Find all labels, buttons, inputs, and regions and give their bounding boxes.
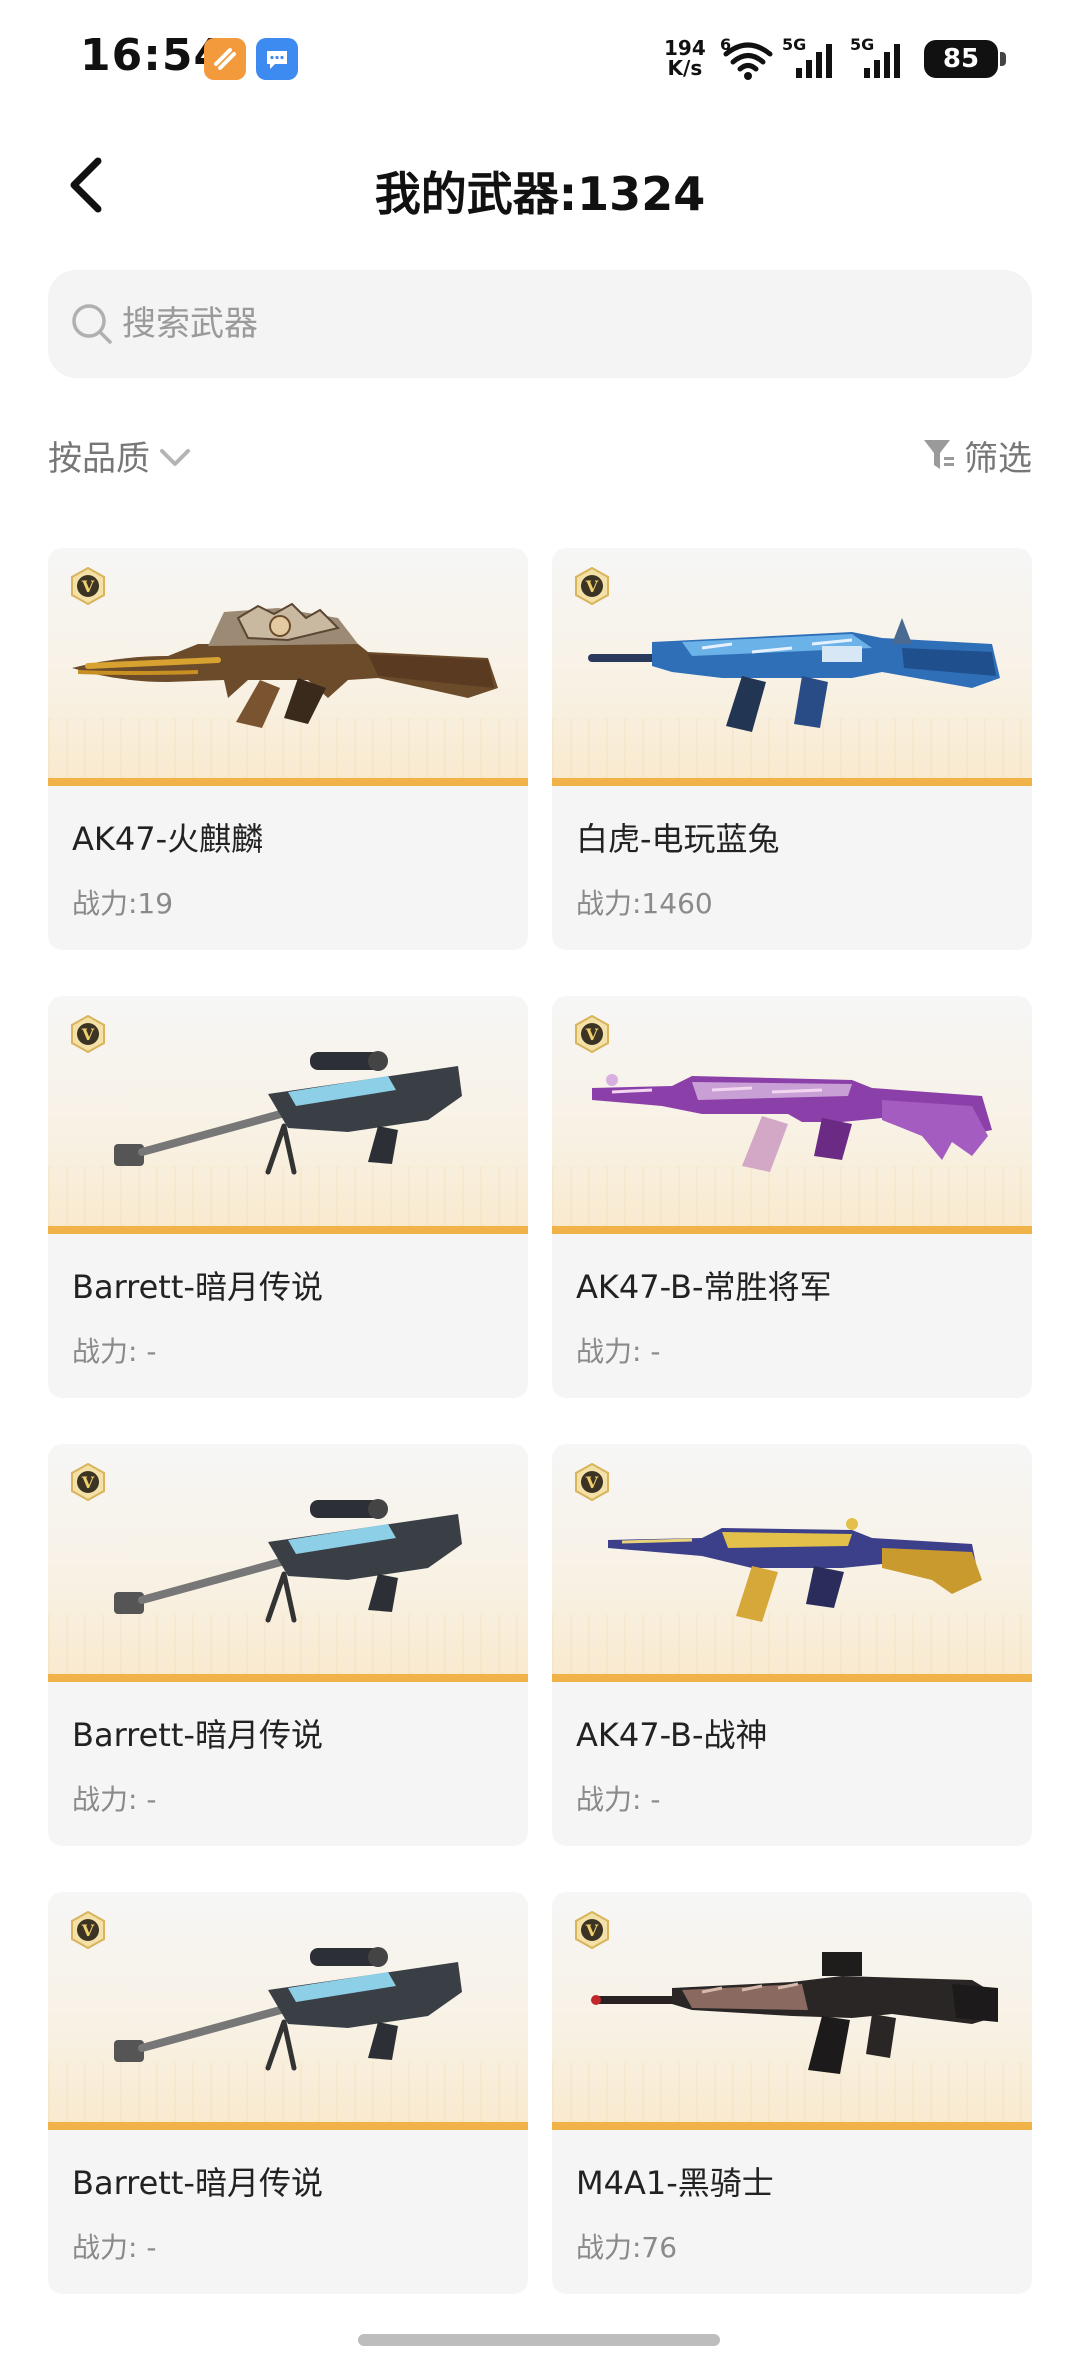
vip-badge-letter: V [81, 1025, 95, 1044]
vip-badge-icon: V [71, 566, 105, 606]
weapon-power: 战力:76 [576, 2231, 678, 2264]
wifi-icon: 6 [720, 35, 776, 86]
weapon-name: AK47-火麒麟 [72, 820, 264, 858]
search-icon [72, 304, 112, 344]
weapon-power: 战力:1460 [576, 887, 713, 920]
vip-badge-letter: V [81, 1473, 95, 1492]
weapon-card[interactable]: V AK47-火麒麟 战力:19 [48, 548, 528, 950]
message-app-icon [256, 38, 298, 80]
weapon-white-tiger-blue-rabbit-image [588, 618, 1000, 732]
weapon-card[interactable]: V M4A1-黑骑士 战力:76 [552, 1892, 1032, 2294]
vip-badge-letter: V [585, 1473, 599, 1492]
weapon-name: 白虎-电玩蓝兔 [576, 820, 780, 858]
weapon-power: 战力: - [576, 1335, 661, 1368]
weapon-image-area: V [48, 1444, 528, 1682]
weapon-name: Barrett-暗月传说 [72, 2164, 323, 2202]
weapon-grid: V AK47-火麒麟 战力:19 V 白虎-电玩蓝兔 战力:1460 V Bar… [48, 548, 1032, 2294]
weapon-barrett-dark-moon-image [114, 1051, 462, 1175]
signal-5g-icon-1: 5G [782, 35, 840, 86]
battery-tip [1000, 52, 1006, 66]
vip-badge-icon: V [71, 1462, 105, 1502]
weapon-barrett-dark-moon-image [114, 1499, 462, 1623]
weapon-power: 战力: - [72, 1783, 157, 1816]
vip-badge-icon: V [575, 1910, 609, 1950]
sort-label: 按品质 [48, 438, 150, 479]
vip-badge-letter: V [81, 577, 95, 596]
sort-by-quality-dropdown[interactable]: 按品质 [48, 430, 192, 480]
weapon-power: 战力: - [72, 2231, 157, 2264]
vip-badge-letter: V [585, 1025, 599, 1044]
weapon-image-area: V [48, 548, 528, 786]
weapon-image-area: V [552, 996, 1032, 1234]
weapon-m4a1-black-knight-image [591, 1952, 998, 2074]
weapon-power: 战力: - [72, 1335, 157, 1368]
filter-icon [924, 440, 954, 469]
weapon-card[interactable]: V AK47-B-常胜将军 战力: - [552, 996, 1032, 1398]
search-bar[interactable] [48, 270, 1032, 378]
weapon-power: 战力: - [576, 1783, 661, 1816]
home-indicator[interactable] [358, 2334, 720, 2346]
weapon-name: Barrett-暗月传说 [72, 1716, 323, 1754]
page-title: 我的武器:1324 [374, 167, 706, 221]
weapon-image-area: V [552, 548, 1032, 786]
status-bar: 16:54 194 K/s 6 5G 5G 85 [0, 0, 1080, 120]
weapon-ak47-fire-qilin-image [72, 602, 498, 728]
weapon-name: AK47-B-常胜将军 [576, 1268, 832, 1306]
weapon-name: AK47-B-战神 [576, 1716, 768, 1754]
weapon-card[interactable]: V Barrett-暗月传说 战力: - [48, 996, 528, 1398]
vip-badge-letter: V [585, 577, 599, 596]
network-speed-value: 194 [664, 36, 706, 60]
network-speed: 194 K/s [664, 38, 706, 78]
weapon-card[interactable]: V AK47-B-战神 战力: - [552, 1444, 1032, 1846]
signal-5g-icon-2: 5G [850, 35, 908, 86]
signal-label-2: 5G [850, 36, 874, 54]
weapon-image-area: V [552, 1444, 1032, 1682]
weapon-image-area: V [48, 996, 528, 1234]
weapon-power: 战力:19 [72, 887, 174, 920]
network-speed-unit: K/s [667, 56, 703, 80]
vip-badge-icon: V [71, 1014, 105, 1054]
weapon-card[interactable]: V Barrett-暗月传说 战力: - [48, 1444, 528, 1846]
weapon-name: M4A1-黑骑士 [576, 2164, 774, 2202]
vip-badge-icon: V [575, 1462, 609, 1502]
vip-badge-icon: V [575, 566, 609, 606]
filter-button[interactable]: 筛选 [922, 430, 1032, 480]
vip-badge-icon: V [71, 1910, 105, 1950]
weapon-barrett-dark-moon-image [114, 1947, 462, 2071]
vip-badge-letter: V [585, 1921, 599, 1940]
vip-badge-letter: V [81, 1921, 95, 1940]
weapon-card[interactable]: V Barrett-暗月传说 战力: - [48, 1892, 528, 2294]
search-input[interactable] [122, 270, 1002, 378]
chevron-down-icon [160, 449, 190, 466]
weapon-image-area: V [48, 1892, 528, 2130]
weapon-ak47-b-war-god-image [608, 1518, 982, 1622]
weapon-ak47-b-general-image [592, 1074, 992, 1172]
weapons-page: 16:54 194 K/s 6 5G 5G 85 我的武器:1324 搜索武器 … [0, 0, 1080, 2373]
filter-label: 筛选 [964, 438, 1032, 479]
vip-badge-icon: V [575, 1014, 609, 1054]
weapon-name: Barrett-暗月传说 [72, 1268, 323, 1306]
weapon-image-area: V [552, 1892, 1032, 2130]
weapon-card[interactable]: V 白虎-电玩蓝兔 战力:1460 [552, 548, 1032, 950]
battery-icon: 85 [924, 40, 998, 78]
app-notification-icon [204, 38, 246, 80]
signal-label-1: 5G [782, 36, 806, 54]
